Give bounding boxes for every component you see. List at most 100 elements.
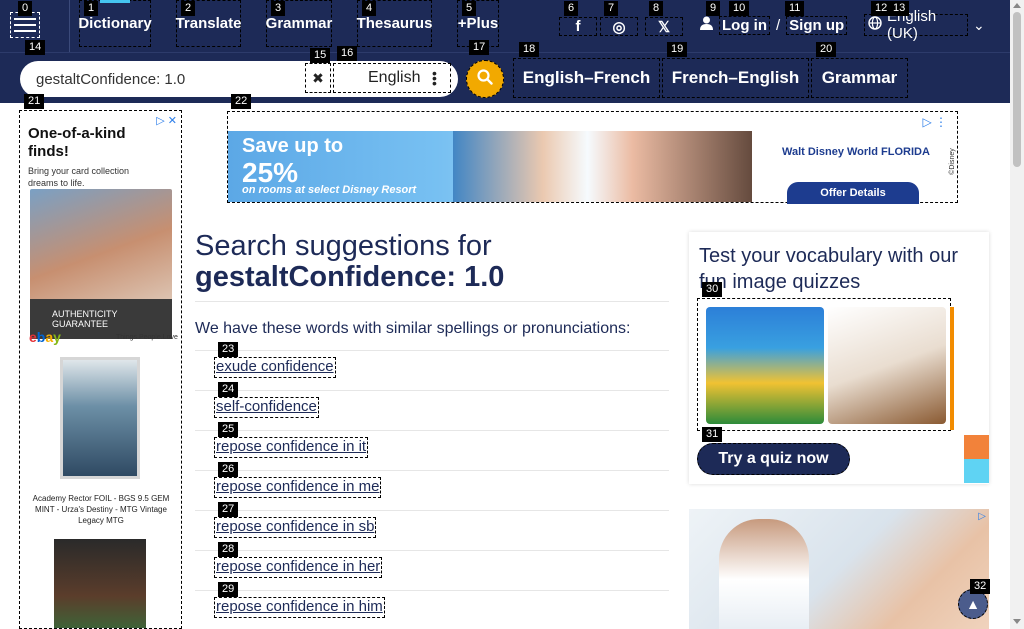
ad-card-image [60,357,140,479]
subnav-english-french[interactable]: English–French [513,58,660,98]
facebook-icon[interactable]: f [559,17,597,36]
side-tab-blue[interactable] [964,459,989,483]
suggestion-link[interactable]: repose confidence in him [214,597,385,618]
subnav-grammar[interactable]: Grammar [811,58,908,98]
element-badge: 23 [218,342,239,357]
list-item: repose confidence in her [195,550,669,590]
quiz-image-link[interactable] [697,298,954,431]
element-badge: 19 [667,42,688,57]
left-advertisement[interactable]: ▷ ✕ One-of-a-kind finds! Bring your card… [19,110,182,629]
scroll-up-arrow[interactable] [1013,3,1021,8]
search-input[interactable] [36,69,306,89]
list-item: repose confidence in it [195,430,669,470]
x-icon[interactable]: 𝕏 [645,17,683,36]
login-separator: / [776,16,781,34]
element-badge: 18 [519,42,540,57]
suggestion-link[interactable]: repose confidence in me [214,477,382,498]
ad-tagline: Things.People.Love [116,334,178,341]
divider [195,301,669,302]
scrollbar-thumb[interactable] [1013,12,1021,167]
search-box: ✖ English ••• [20,61,458,97]
element-badge: 0 [18,1,33,16]
suggestions-intro: We have these words with similar spellin… [195,320,631,337]
ad-choices-icon[interactable]: ▷ ⋮ [922,115,947,129]
offer-details-button[interactable]: Offer Details [787,182,919,204]
chevron-up-icon: ▲ [966,596,980,612]
scroll-down-arrow[interactable] [1013,619,1021,624]
element-badge: 11 [785,1,805,16]
clear-search-button[interactable]: ✖ [305,63,331,93]
nav-dictionary-label: Dictionary [78,15,152,32]
facebook-glyph: f [575,18,581,35]
chevron-down-icon[interactable]: ⌄ [973,17,985,34]
element-badge: 22 [231,94,252,109]
suggestion-link[interactable]: repose confidence in it [214,437,369,458]
element-badge: 26 [218,462,239,477]
image-border-accent [950,307,954,430]
element-badge: 32 [970,579,991,594]
element-badge: 9 [706,1,721,16]
element-badge: 15 [310,48,331,63]
page-title-prefix: Search suggestions for [195,230,492,262]
ad-choices-icon[interactable]: ▷ [978,511,986,522]
x-glyph: 𝕏 [657,18,671,36]
page-title-term: gestaltConfidence: 1.0 [195,261,505,293]
instagram-glyph: ◎ [612,18,626,36]
signup-link[interactable]: Sign up [786,15,848,35]
list-item: repose confidence in him [195,590,669,629]
element-badge: 21 [24,94,45,109]
element-badge: 25 [218,422,239,437]
banner-brand: Walt Disney World FLORIDA [782,146,930,158]
ad-choices-icon[interactable]: ▷ ✕ [156,114,177,127]
element-badge: 24 [218,382,239,397]
element-badge: 7 [604,1,619,16]
element-badge: 1 [84,1,99,16]
snail-image [828,307,946,424]
instagram-icon[interactable]: ◎ [600,17,638,36]
login-link[interactable]: Log in [719,15,770,35]
ad-doctor-image [719,519,809,629]
element-badge: 16 [337,46,358,61]
element-badge: 14 [25,40,46,55]
ad-heading: One-of-a-kind finds! [28,125,126,160]
user-icon [700,16,713,34]
vertical-scrollbar[interactable] [1010,0,1024,629]
nav-divider [69,0,70,52]
nav-translate-label: Translate [175,15,242,32]
dictionary-select[interactable]: English • • • [333,63,451,93]
banner-image: Save up to 25% on rooms at select Disney… [228,131,752,202]
side-advertisement[interactable]: ▷ [689,509,989,629]
element-badge: 13 [889,1,910,16]
search-icon [477,68,493,90]
ad-subtext: Bring your card collection dreams to lif… [28,166,130,188]
suggestion-link[interactable]: repose confidence in sb [214,517,377,538]
element-badge: 6 [564,1,579,16]
ad-caption: Academy Rector FOIL - BGS 9.5 GEM MINT -… [32,494,170,525]
element-badge: 5 [462,1,477,16]
element-badge: 20 [816,42,837,57]
banner-disclaimer: ©Disney [948,148,956,175]
list-item: exude confidence [195,350,669,390]
try-quiz-button[interactable]: Try a quiz now [697,443,850,475]
more-options-icon: • • • [432,65,437,91]
subnav-french-english[interactable]: French–English [662,58,809,98]
subnav-french-english-label: French–English [671,68,800,87]
element-badge: 3 [271,1,286,16]
subnav-grammar-label: Grammar [821,68,898,87]
login-area: Log in / Sign up [700,14,848,36]
top-banner-advertisement[interactable]: ▷ ⋮ Save up to 25% on rooms at select Di… [227,111,958,204]
subnav-english-french-label: English–French [522,68,651,87]
side-tab-orange[interactable] [964,435,989,459]
element-badge: 17 [469,40,490,55]
suggestion-link[interactable]: repose confidence in her [214,557,383,578]
language-selector[interactable]: English (UK) [864,8,968,42]
suggestion-link[interactable]: self-confidence [214,397,319,418]
suggestion-link[interactable]: exude confidence [214,357,336,378]
globe-icon [868,16,882,34]
top-navigation-bar: 0 Dictionary 1 Translate 2 Grammar 3 The… [0,0,1010,52]
banner-subtext: on rooms at select Disney Resort [242,184,417,196]
quiz-card: Test your vocabulary with our fun image … [689,232,989,484]
banner-photo [453,131,752,202]
ebay-logo: ebay [29,329,61,345]
search-button[interactable] [466,60,504,98]
